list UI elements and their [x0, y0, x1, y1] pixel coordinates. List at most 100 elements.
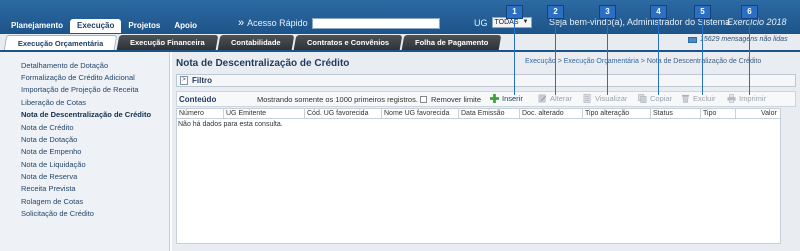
tab-contabilidade[interactable]: Contabilidade: [217, 35, 295, 50]
caret-down-icon: ▼: [522, 19, 529, 25]
callout-line: [658, 19, 659, 95]
breadcrumb-separator: >: [640, 58, 645, 65]
tab-label: Contabilidade: [231, 38, 281, 47]
callout-5: 5: [694, 5, 711, 19]
expand-arrow-icon[interactable]: >: [180, 76, 188, 85]
column-header-doc-alterado[interactable]: Doc. alterado: [522, 110, 564, 117]
column-divider: [519, 109, 520, 119]
callout-2: 2: [547, 5, 564, 19]
column-divider: [223, 109, 224, 119]
content-label: Conteúdo: [179, 95, 217, 104]
tab-execucao-orcamentaria[interactable]: Execução Orçamentária: [3, 35, 118, 50]
sidebar-item-formalizacao-credito[interactable]: Formalização de Crédito Adicional: [21, 73, 135, 82]
callout-line: [749, 19, 750, 95]
breadcrumb-separator: >: [557, 58, 562, 65]
edit-icon: [538, 94, 547, 103]
sidebar-item-nota-dotacao[interactable]: Nota de Dotação: [21, 135, 77, 144]
trash-icon: [681, 94, 690, 103]
column-divider: [700, 109, 701, 119]
callout-line: [555, 19, 556, 95]
column-divider: [650, 109, 651, 119]
sidebar-item-receita-prevista[interactable]: Receita Prevista: [21, 184, 76, 193]
callout-4: 4: [650, 5, 667, 19]
sidebar-item-solicitacao-credito[interactable]: Solicitação de Crédito: [21, 209, 94, 218]
insert-button[interactable]: Inserir: [490, 94, 523, 103]
quick-access-input[interactable]: [311, 17, 440, 29]
edit-button[interactable]: Alterar: [538, 94, 572, 103]
breadcrumb-execucao-orcamentaria[interactable]: Execução Orçamentária: [564, 58, 639, 65]
sidebar: Detalhamento de Dotação Formalização de …: [0, 52, 170, 251]
sidebar-item-liberacao-cotas[interactable]: Liberação de Cotas: [21, 98, 86, 107]
insert-label: Inserir: [502, 94, 523, 103]
filter-label[interactable]: Filtro: [192, 76, 212, 85]
column-header-status[interactable]: Status: [653, 110, 673, 117]
menu-planejamento[interactable]: Planejamento: [4, 19, 70, 33]
breadcrumb-current: Nota de Descentralização de Crédito: [646, 58, 762, 65]
filter-panel[interactable]: > Filtro: [176, 74, 796, 87]
sidebar-item-nota-reserva[interactable]: Nota de Reserva: [21, 172, 77, 181]
breadcrumb-execucao[interactable]: Execução: [525, 58, 556, 65]
tab-execucao-financeira[interactable]: Execução Financeira: [117, 35, 219, 50]
column-divider: [381, 109, 382, 119]
copy-button[interactable]: Copiar: [638, 94, 672, 103]
tab-contratos-convenios[interactable]: Contratos e Convênios: [293, 35, 403, 50]
sidebar-item-nota-empenho[interactable]: Nota de Empenho: [21, 147, 81, 156]
column-header-ug-emitente[interactable]: UG Emitente: [226, 110, 266, 117]
page-title: Nota de Descentralização de Crédito: [176, 58, 350, 69]
menu-execucao[interactable]: Execução: [70, 19, 122, 33]
mail-icon: [688, 36, 697, 43]
callout-1: 1: [506, 5, 523, 19]
sidebar-item-nota-descentralizacao[interactable]: Nota de Descentralização de Crédito: [21, 110, 151, 119]
double-arrow-icon: »: [238, 17, 245, 29]
breadcrumb: Execução > Execução Orçamentária > Nota …: [525, 58, 761, 65]
sidebar-item-nota-credito[interactable]: Nota de Crédito: [21, 123, 74, 132]
copy-label: Copiar: [650, 94, 673, 103]
column-header-valor[interactable]: Valor: [761, 110, 777, 117]
sidebar-item-nota-liquidacao[interactable]: Nota de Liquidação: [21, 160, 86, 169]
print-button[interactable]: Imprimir: [727, 94, 766, 103]
menu-projetos[interactable]: Projetos: [121, 19, 167, 33]
callout-6: 6: [741, 5, 758, 19]
column-header-tipo[interactable]: Tipo: [703, 110, 716, 117]
delete-button[interactable]: Excluir: [681, 94, 716, 103]
sidebar-item-importacao-projecao[interactable]: Importação de Projeção de Receita: [21, 85, 139, 94]
callout-3: 3: [599, 5, 616, 19]
callout-line: [607, 19, 608, 95]
column-header-nome-ug-favorecida[interactable]: Nome UG favorecida: [384, 110, 449, 117]
delete-label: Excluir: [693, 94, 716, 103]
checkbox-icon[interactable]: [420, 96, 427, 103]
column-divider: [304, 109, 305, 119]
remove-limit-checkbox[interactable]: Remover limite: [420, 95, 481, 104]
view-button[interactable]: Visualizar: [583, 94, 627, 103]
view-label: Visualizar: [595, 94, 628, 103]
tab-label: Execução Orçamentária: [17, 39, 104, 48]
tab-folha-pagamento[interactable]: Folha de Pagamento: [401, 35, 502, 50]
callout-line: [702, 19, 703, 95]
results-table: Número UG Emitente Cód. UG favorecida No…: [176, 108, 781, 244]
edit-label: Alterar: [550, 94, 573, 103]
column-divider: [582, 109, 583, 119]
column-divider: [735, 109, 736, 119]
module-tabs: Execução Orçamentária Execução Financeir…: [3, 35, 502, 50]
callout-line: [514, 19, 515, 95]
ug-label: UG: [474, 17, 488, 28]
sidebar-item-detalhamento-dotacao[interactable]: Detalhamento de Dotação: [21, 61, 108, 70]
content-toolbar: Conteúdo Mostrando somente os 1000 prime…: [176, 91, 796, 107]
column-header-tipo-alteracao[interactable]: Tipo alteração: [585, 110, 629, 117]
quick-access: » Acesso Rápido: [238, 17, 440, 29]
column-header-numero[interactable]: Número: [179, 110, 204, 117]
plus-icon: [490, 94, 499, 103]
view-icon: [583, 94, 591, 103]
records-limit-text: Mostrando somente os 1000 primeiros regi…: [257, 95, 418, 104]
print-label: Imprimir: [739, 94, 767, 103]
main-menu: Planejamento Execução Projetos Apoio: [4, 19, 204, 33]
column-header-cod-ug-favorecida[interactable]: Cód. UG favorecida: [307, 110, 368, 117]
printer-icon: [727, 94, 736, 103]
table-header: Número UG Emitente Cód. UG favorecida No…: [177, 109, 780, 119]
sidebar-item-rolagem-cotas[interactable]: Rolagem de Cotas: [21, 197, 83, 206]
column-header-data-emissao[interactable]: Data Emissão: [461, 110, 505, 117]
menu-apoio[interactable]: Apoio: [167, 19, 204, 33]
table-scroll-area: [781, 108, 796, 244]
quick-access-label: Acesso Rápido: [247, 18, 308, 28]
column-divider: [458, 109, 459, 119]
